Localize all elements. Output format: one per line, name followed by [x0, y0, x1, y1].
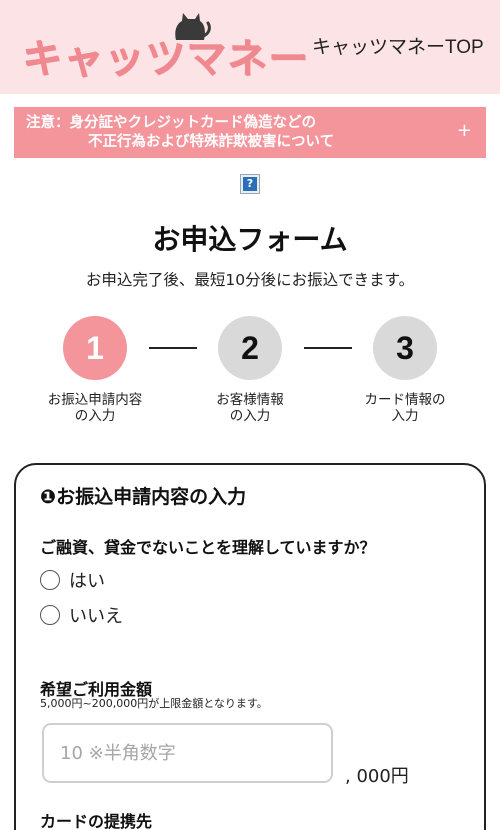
- radio-option-yes[interactable]: はい: [40, 567, 105, 593]
- site-header: キャッツマネー キャッツマネーTOP: [0, 0, 500, 94]
- radio-no-label[interactable]: いいえ: [69, 602, 123, 628]
- amount-unit: , 000円: [345, 766, 409, 787]
- page-subtitle: お申込完了後、最短10分後にお振込できます。: [85, 271, 415, 289]
- notice-banner[interactable]: 注意：身分証やクレジットカード偽造などの 不正行為および特殊詐欺被害について +: [14, 107, 486, 158]
- notice-text: 注意：身分証やクレジットカード偽造などの 不正行為および特殊詐欺被害について: [26, 114, 334, 152]
- step-1-label: お振込申請内容 の入力: [30, 392, 160, 424]
- step-2-label: お客様情報 の入力: [185, 392, 315, 424]
- page-title: お申込フォーム: [152, 223, 348, 256]
- notice-line-2: 不正行為および特殊詐欺被害について: [88, 134, 335, 150]
- step-2-label-line-1: お客様情報: [216, 392, 284, 408]
- step-1-label-line-2: の入力: [74, 408, 116, 424]
- step-3-label-line-2: 入力: [391, 408, 419, 424]
- logo-text[interactable]: キャッツマネー: [22, 26, 309, 84]
- step-2-circle: 2: [218, 316, 282, 380]
- cat-icon: [175, 13, 211, 40]
- notice-line-1: 注意：身分証やクレジットカード偽造などの: [26, 115, 316, 131]
- step-1-circle: 1: [63, 316, 127, 380]
- step-3-label-line-1: カード情報の: [364, 392, 446, 408]
- radio-option-no[interactable]: いいえ: [40, 602, 123, 628]
- step-connector-1: [149, 347, 197, 349]
- loan-question: ご融資、貸金でないことを理解していますか？: [40, 538, 376, 557]
- radio-no-circle[interactable]: [40, 605, 60, 625]
- radio-yes-label[interactable]: はい: [69, 567, 105, 593]
- help-icon[interactable]: ?: [240, 174, 260, 194]
- amount-note: 5,000円~200,000円が上限金額となります。: [40, 697, 268, 710]
- top-link[interactable]: キャッツマネーTOP: [312, 32, 484, 59]
- help-glyph: ?: [243, 177, 257, 191]
- step-3-circle: 3: [373, 316, 437, 380]
- section-title: ❶お振込申請内容の入力: [40, 486, 247, 508]
- step-1-label-line-1: お振込申請内容: [47, 392, 143, 408]
- step-3-label: カード情報の 入力: [340, 392, 470, 424]
- step-2-label-line-2: の入力: [229, 408, 271, 424]
- step-connector-2: [304, 347, 352, 349]
- card-partner-label: カードの提携先: [40, 812, 153, 830]
- expand-plus-icon[interactable]: +: [457, 121, 472, 141]
- radio-yes-circle[interactable]: [40, 570, 60, 590]
- amount-input[interactable]: [42, 723, 333, 783]
